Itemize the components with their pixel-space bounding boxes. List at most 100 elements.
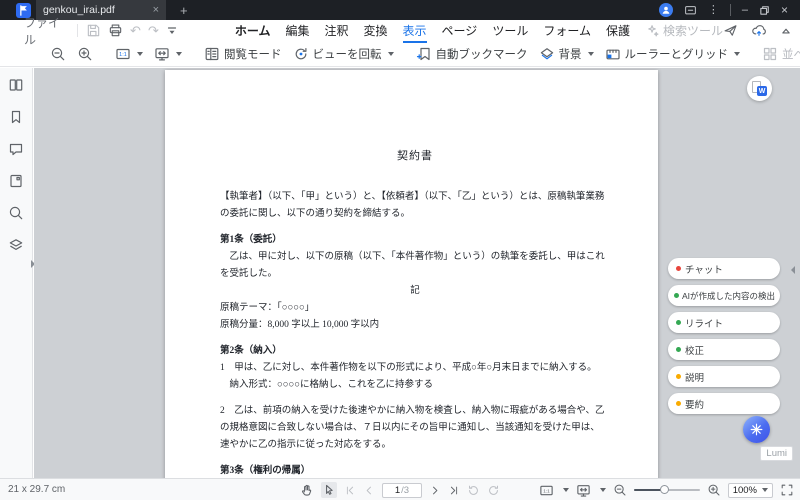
menu-item-comment[interactable]: 注釈 (325, 22, 349, 39)
ai-explain-button[interactable]: 説明 (668, 366, 780, 387)
collapse-toolbar-icon[interactable] (780, 25, 792, 36)
zoom-out-icon[interactable] (50, 46, 66, 62)
zoom-in-icon[interactable] (707, 483, 721, 497)
new-tab-button[interactable]: + (180, 4, 188, 17)
chevron-down-icon[interactable] (599, 488, 606, 492)
toolbar-customize-icon[interactable] (166, 25, 178, 37)
restore-window-button[interactable] (759, 5, 770, 16)
previous-page-icon[interactable] (363, 484, 375, 497)
doc-heading: 第1条（委託） (220, 235, 282, 245)
print-icon[interactable] (108, 23, 123, 38)
menu-item-form[interactable]: フォーム (543, 22, 591, 39)
convert-to-word-button[interactable]: W (747, 76, 772, 101)
fit-width-dropdown[interactable] (154, 46, 182, 62)
rotate-left-icon[interactable] (467, 484, 480, 497)
document-canvas: 契約書 【執筆者】（以下、「甲」という）と、【依頼者】（以下、「乙」という）とは… (34, 68, 800, 478)
status-dot (676, 347, 681, 352)
search-tools-icon (646, 24, 659, 37)
search-panel-icon[interactable] (8, 205, 24, 221)
ruler-grid-icon (605, 46, 621, 62)
read-mode-button[interactable]: 閲覧モード (204, 46, 282, 62)
last-page-icon[interactable] (448, 484, 460, 497)
share-icon[interactable] (723, 23, 738, 38)
doc-line: 原稿テーマ：「○○○○」 (220, 303, 315, 313)
panel-expand-handle-right[interactable] (791, 266, 795, 274)
chevron-down-icon (387, 51, 394, 56)
menu-item-tools[interactable]: ツール (492, 22, 528, 39)
read-mode-label: 閲覧モード (224, 48, 282, 61)
user-avatar[interactable] (658, 3, 673, 17)
zoom-out-icon[interactable] (613, 483, 627, 497)
total-pages: /3 (401, 484, 410, 496)
zoom-controls: 1:1 100% (539, 479, 794, 500)
minimize-button[interactable]: – (742, 4, 748, 16)
background-dropdown[interactable]: 背景 (539, 46, 594, 62)
fit-width-icon[interactable] (576, 483, 591, 498)
zoom-slider-knob[interactable] (659, 485, 669, 494)
rotate-right-icon[interactable] (487, 484, 500, 497)
page-size-label: 21 x 29.7 cm (8, 484, 66, 495)
actual-size-dropdown[interactable]: 1:1 (115, 46, 143, 62)
cloud-upload-icon[interactable] (751, 23, 767, 38)
save-icon[interactable] (86, 23, 101, 38)
search-tools-button[interactable]: 検索ツール (646, 22, 723, 39)
rotate-view-dropdown[interactable]: ビューを回転 (293, 46, 394, 62)
feedback-icon[interactable] (684, 4, 697, 17)
pdf-editor-window: genkou_irai.pdf × + ⋮ – × ファイル ↶ ↷ ホーム 編… (0, 0, 800, 500)
zoom-slider[interactable] (633, 484, 700, 496)
lumi-assistant-button[interactable] (743, 416, 770, 443)
hand-tool-icon[interactable] (300, 483, 314, 497)
auto-bookmark-button[interactable]: 自動ブックマーク (416, 46, 528, 62)
zoom-level-dropdown[interactable]: 100% (727, 482, 773, 498)
window-controls: ⋮ – × (658, 3, 788, 17)
search-tools-label: 検索ツール (662, 24, 723, 38)
bookmarks-panel-icon[interactable] (8, 109, 24, 125)
zoom-in-icon[interactable] (77, 46, 93, 62)
chevron-down-icon[interactable] (562, 488, 569, 492)
menu-item-view[interactable]: 表示 (402, 22, 427, 43)
ai-button-label: 校正 (685, 345, 705, 357)
menu-item-page[interactable]: ページ (442, 22, 478, 39)
tile-view-dropdown[interactable]: 並べて表示 (762, 46, 800, 62)
status-bar: 21 x 29.7 cm 1/3 1:1 100% (0, 478, 800, 500)
read-mode-icon (204, 46, 220, 62)
page-number-input[interactable]: 1/3 (382, 482, 422, 498)
file-menu[interactable]: ファイル (24, 14, 69, 48)
ai-chat-button[interactable]: チャット (668, 258, 780, 279)
tab-close-icon[interactable]: × (153, 4, 159, 16)
first-page-icon[interactable] (344, 484, 356, 497)
tile-view-icon (762, 46, 778, 62)
menu-item-edit[interactable]: 編集 (285, 22, 309, 39)
attachments-panel-icon[interactable] (8, 173, 24, 189)
ai-button-label: AIが作成した内容の検出 (682, 290, 776, 301)
ai-content-detect-button[interactable]: AIが作成した内容の検出 (668, 285, 780, 306)
undo-icon[interactable]: ↶ (130, 24, 141, 37)
comments-panel-icon[interactable] (8, 141, 24, 157)
layers-panel-icon[interactable] (8, 237, 24, 253)
status-dot (674, 293, 679, 298)
page-thumbnails-icon[interactable] (8, 77, 24, 93)
menu-item-home[interactable]: ホーム (235, 22, 271, 39)
background-label: 背景 (558, 48, 582, 61)
ai-button-label: 要約 (685, 399, 705, 411)
doc-line: 原稿分量：8,000 字以上 10,000 字以内 (220, 320, 380, 330)
doc-line: 1 甲は、乙に対し、本件著作物を以下の形式により、平成○年○月末日までに納入する… (220, 363, 597, 373)
chevron-down-icon (762, 488, 768, 492)
ruler-grid-dropdown[interactable]: ルーラーとグリッド (605, 46, 740, 62)
ai-proofread-button[interactable]: 校正 (668, 339, 780, 360)
tile-view-label: 並べて表示 (782, 48, 800, 61)
menu-item-convert[interactable]: 変換 (364, 22, 388, 39)
ai-summarize-button[interactable]: 要約 (668, 393, 780, 414)
redo-icon[interactable]: ↷ (148, 24, 159, 37)
next-page-icon[interactable] (429, 484, 441, 497)
menu-item-protect[interactable]: 保護 (606, 22, 630, 39)
kebab-menu-icon[interactable]: ⋮ (708, 4, 719, 16)
ai-rewrite-button[interactable]: リライト (668, 312, 780, 333)
status-dot (676, 401, 681, 406)
actual-size-icon[interactable]: 1:1 (539, 483, 554, 498)
select-tool-icon[interactable] (321, 482, 337, 498)
close-window-button[interactable]: × (781, 4, 788, 16)
menu-divider (77, 24, 79, 37)
doc-line: 納入形式：○○○○に格納し、これを乙に持参する (220, 380, 433, 390)
fullscreen-icon[interactable] (780, 483, 794, 497)
